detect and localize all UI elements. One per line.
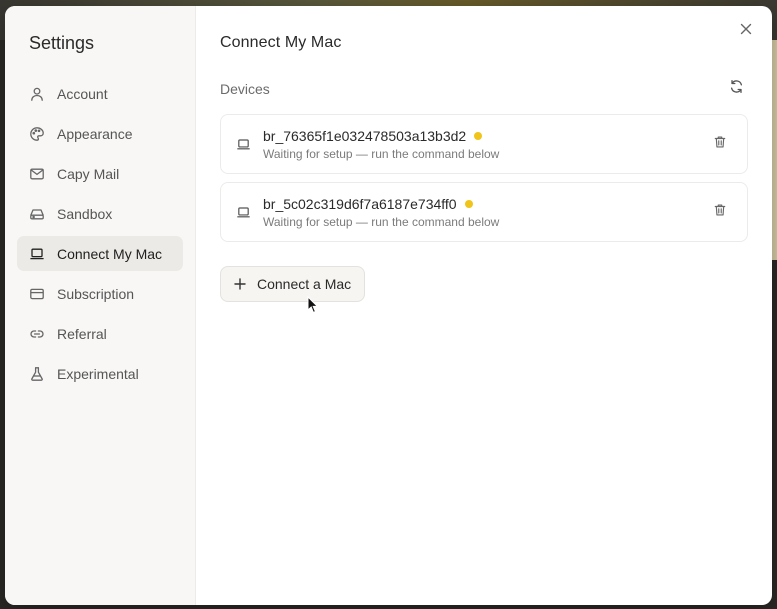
sidebar-item-sandbox[interactable]: Sandbox: [17, 196, 183, 231]
settings-nav: Account Appearance Capy Mail Sandbox Con…: [5, 76, 195, 391]
user-icon: [29, 86, 45, 102]
sidebar-item-label: Sandbox: [57, 205, 113, 222]
sidebar-title: Settings: [29, 33, 95, 53]
sidebar-item-label: Capy Mail: [57, 165, 120, 182]
close-icon: [740, 22, 752, 40]
settings-content: Connect My Mac Devices br_76365f1e032478…: [196, 6, 772, 605]
drive-icon: [29, 206, 45, 222]
sidebar-item-account[interactable]: Account: [17, 76, 183, 111]
device-info: br_76365f1e032478503a13b3d2 Waiting for …: [263, 128, 711, 161]
devices-header: Devices: [220, 80, 748, 98]
trash-icon: [713, 135, 727, 154]
connect-a-mac-label: Connect a Mac: [257, 276, 352, 292]
palette-icon: [29, 126, 45, 142]
page-title: Connect My Mac: [220, 34, 342, 51]
sidebar-item-label: Experimental: [57, 365, 139, 382]
status-dot: [464, 199, 473, 208]
sidebar-item-appearance[interactable]: Appearance: [17, 116, 183, 151]
laptop-icon: [235, 204, 251, 220]
status-dot: [474, 131, 483, 140]
sidebar-item-label: Appearance: [57, 125, 133, 142]
refresh-icon: [729, 79, 744, 99]
device-name: br_5c02c319d6f7a6187e734ff0: [263, 195, 457, 212]
device-name-row: br_5c02c319d6f7a6187e734ff0: [263, 196, 711, 212]
sidebar-item-experimental[interactable]: Experimental: [17, 356, 183, 391]
connect-a-mac-button[interactable]: Connect a Mac: [220, 266, 366, 302]
device-info: br_5c02c319d6f7a6187e734ff0 Waiting for …: [263, 196, 711, 229]
mouse-cursor-icon: [307, 296, 319, 314]
sidebar-item-label: Referral: [57, 325, 107, 342]
trash-icon: [713, 203, 727, 222]
device-card: br_76365f1e032478503a13b3d2 Waiting for …: [220, 114, 748, 174]
credit-card-icon: [29, 286, 45, 302]
sidebar-item-label: Account: [57, 85, 108, 102]
mail-icon: [29, 166, 45, 182]
sidebar-item-referral[interactable]: Referral: [17, 316, 183, 351]
refresh-button[interactable]: [726, 79, 746, 99]
device-name-row: br_76365f1e032478503a13b3d2: [263, 128, 711, 144]
link-icon: [29, 326, 45, 342]
flask-icon: [29, 366, 45, 382]
device-name: br_76365f1e032478503a13b3d2: [263, 127, 467, 144]
plus-icon: [233, 277, 247, 291]
device-status: Waiting for setup — run the command belo…: [263, 214, 500, 229]
device-status: Waiting for setup — run the command belo…: [263, 146, 500, 161]
sidebar-item-label: Connect My Mac: [57, 245, 163, 262]
sidebar-item-label: Subscription: [57, 285, 135, 302]
sidebar-item-subscription[interactable]: Subscription: [17, 276, 183, 311]
settings-sidebar: Settings Account Appearance Capy Mail Sa…: [5, 6, 196, 605]
delete-device-button[interactable]: [711, 135, 729, 153]
device-card: br_5c02c319d6f7a6187e734ff0 Waiting for …: [220, 182, 748, 242]
laptop-icon: [235, 136, 251, 152]
close-button[interactable]: [736, 21, 756, 41]
sidebar-item-capy-mail[interactable]: Capy Mail: [17, 156, 183, 191]
settings-modal: Settings Account Appearance Capy Mail Sa…: [5, 6, 772, 605]
delete-device-button[interactable]: [711, 203, 729, 221]
devices-label: Devices: [220, 81, 270, 97]
laptop-icon: [29, 246, 45, 262]
sidebar-item-connect-my-mac[interactable]: Connect My Mac: [17, 236, 183, 271]
